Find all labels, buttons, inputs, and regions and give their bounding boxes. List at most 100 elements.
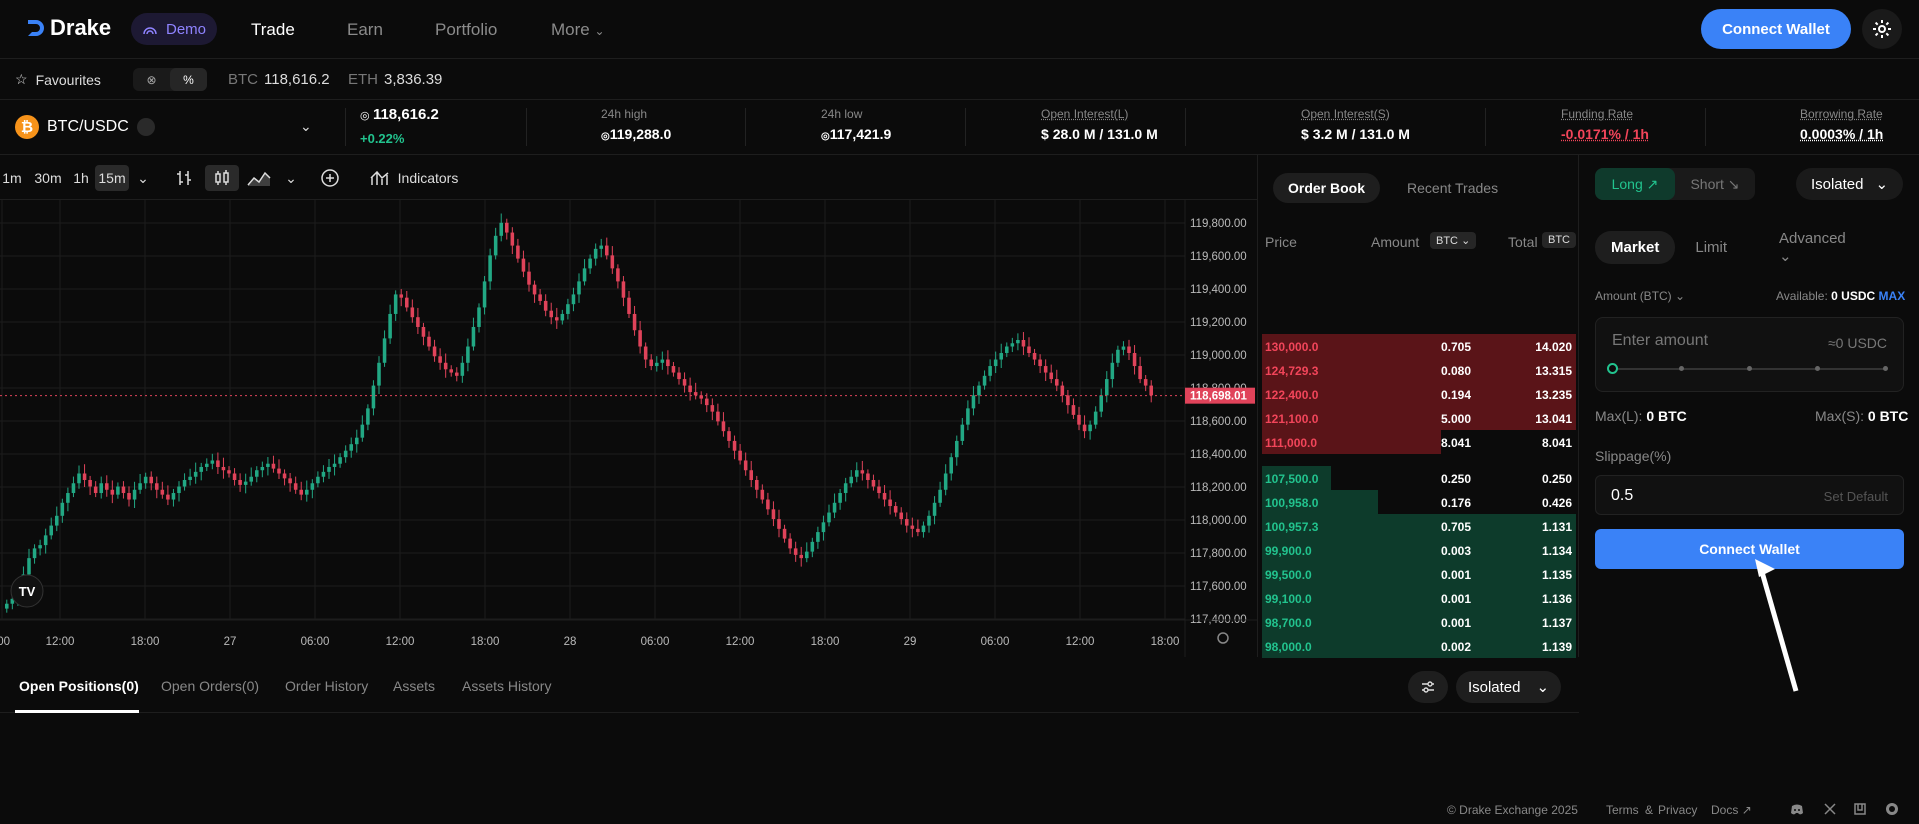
filter-button[interactable] — [1408, 671, 1448, 703]
candle-body — [1105, 379, 1109, 396]
docs-label: Docs — [1711, 803, 1739, 817]
candle-body — [255, 470, 259, 477]
order-price: 122,400.0 — [1265, 388, 1319, 402]
stat-borrowing-rate[interactable]: Borrowing Rate 0.0003% / 1h — [1800, 107, 1883, 142]
divider — [965, 108, 966, 146]
order-type-advanced[interactable]: Advanced ⌄ — [1747, 222, 1919, 273]
ask-row[interactable]: 130,000.0 0.705 14.020 — [1262, 334, 1576, 358]
candle-body — [1093, 411, 1098, 425]
ask-row[interactable]: 121,100.0 5.000 13.041 — [1262, 406, 1576, 430]
nav-trade[interactable]: Trade — [251, 20, 295, 40]
candlestick-icon[interactable] — [205, 165, 239, 191]
nav-more[interactable]: More ⌄ — [551, 20, 605, 40]
slippage-box: 0.5 Set Default — [1595, 475, 1904, 515]
tab-open-positions[interactable]: Open Positions(0) — [19, 678, 139, 694]
order-total: 13.235 — [1535, 388, 1572, 402]
set-default-button[interactable]: Set Default — [1824, 489, 1888, 504]
slider-handle[interactable] — [1607, 363, 1618, 374]
favourites-bar: ☆ Favourites ⊗ % BTC 118,616.2 ETH 3,836.3… — [0, 59, 1919, 100]
brand-logo[interactable]: Drake — [26, 15, 111, 41]
ticker-btc[interactable]: BTC 118,616.2 — [228, 71, 330, 88]
stat-open-interest-short[interactable]: Open Interest(S) $ 3.2 M / 131.0 M — [1301, 107, 1410, 142]
stat-open-interest-long[interactable]: Open Interest(L) $ 28.0 M / 131.0 M — [1041, 107, 1158, 142]
bid-row[interactable]: 99,900.0 0.003 1.134 — [1262, 538, 1576, 562]
discord-icon[interactable] — [1790, 802, 1804, 816]
order-type-market[interactable]: Market — [1595, 231, 1676, 264]
connect-wallet-main-button[interactable]: Connect Wallet — [1595, 529, 1904, 569]
amount-unit-select[interactable]: BTC ⌄ — [1430, 232, 1477, 249]
indicators-label: Indicators — [397, 170, 459, 186]
amount-input[interactable] — [1612, 332, 1792, 350]
tab-recent-trades[interactable]: Recent Trades — [1392, 173, 1513, 203]
ticker-eth[interactable]: ETH 3,836.39 — [348, 71, 442, 88]
order-price: 98,700.0 — [1265, 616, 1312, 630]
tab-assets[interactable]: Assets — [393, 678, 435, 694]
bid-row[interactable]: 100,957.3 0.705 1.131 — [1262, 514, 1576, 538]
bid-row[interactable]: 98,700.0 0.001 1.137 — [1262, 610, 1576, 634]
pair-selector[interactable]: ₿ BTC/USDC — [15, 115, 155, 139]
order-type-limit[interactable]: Limit — [1679, 231, 1743, 264]
demo-badge[interactable]: Demo — [131, 13, 218, 45]
amount-unit-select[interactable]: Amount (BTC) ⌄ — [1595, 289, 1685, 303]
bid-row[interactable]: 99,500.0 0.001 1.135 — [1262, 562, 1576, 586]
interval-15m[interactable]: 15m — [95, 165, 129, 191]
tab-order-book[interactable]: Order Book — [1273, 173, 1381, 203]
order-amount: 0.080 — [1440, 364, 1471, 378]
order-amount: 0.194 — [1440, 388, 1471, 402]
stat-label: Open Interest(S) — [1301, 107, 1390, 121]
area-chart-icon[interactable] — [244, 165, 274, 191]
candlestick-chart[interactable]: 119,800.00 119,600.00 119,400.00 119,200.00… — [0, 200, 1258, 657]
nav-portfolio[interactable]: Portfolio — [435, 20, 497, 40]
bid-row[interactable]: 100,958.0 0.176 0.426 — [1262, 490, 1576, 514]
ask-row[interactable]: 122,400.0 0.194 13.235 — [1262, 382, 1576, 406]
toggle-percent[interactable]: % — [170, 68, 207, 91]
bid-row[interactable]: 99,100.0 0.001 1.136 — [1262, 586, 1576, 610]
candle-body — [138, 483, 142, 490]
candle-body — [566, 304, 570, 314]
order-amount: 5.000 — [1440, 412, 1471, 426]
candle-body — [638, 330, 642, 347]
margin-mode-select[interactable]: Isolated ⌄ — [1796, 168, 1903, 200]
bar-chart-icon[interactable] — [167, 165, 201, 191]
long-tab[interactable]: Long ↗ — [1595, 168, 1675, 200]
short-tab[interactable]: Short ↘ — [1675, 168, 1755, 200]
bid-row[interactable]: 98,000.0 0.002 1.139 — [1262, 634, 1576, 658]
footer-privacy[interactable]: Privacy — [1658, 803, 1697, 817]
bid-row[interactable]: 107,500.0 0.250 0.250 — [1262, 466, 1576, 490]
candle-body — [710, 405, 715, 412]
chevron-down-icon[interactable]: ⌄ — [300, 118, 312, 135]
ask-row[interactable]: 111,000.0 8.041 8.041 — [1262, 430, 1576, 454]
footer-docs[interactable]: Docs ↗ — [1711, 803, 1752, 817]
interval-1m[interactable]: 1m — [0, 165, 24, 191]
slippage-input[interactable]: 0.5 — [1611, 487, 1633, 505]
stat-funding-rate[interactable]: Funding Rate -0.0171% / 1h — [1561, 107, 1649, 142]
x-icon[interactable] — [1823, 802, 1837, 816]
settings-button[interactable] — [1862, 9, 1902, 49]
footer-terms[interactable]: Terms — [1606, 803, 1639, 817]
ask-row[interactable]: 124,729.3 0.080 13.315 — [1262, 358, 1576, 382]
max-button[interactable]: MAX — [1879, 289, 1906, 303]
chevron-down-icon[interactable]: ⌄ — [133, 165, 153, 191]
connect-wallet-button[interactable]: Connect Wallet — [1701, 9, 1851, 49]
gitbook-icon[interactable] — [1853, 802, 1867, 816]
slider-mark — [1679, 366, 1684, 371]
stat-value: $ 28.0 M / 131.0 M — [1041, 126, 1158, 142]
x-tick-label: 18:00 — [1151, 636, 1180, 648]
github-icon[interactable] — [1885, 802, 1899, 816]
candle-body — [988, 366, 992, 376]
add-compare-icon[interactable] — [315, 165, 345, 191]
tab-open-orders[interactable]: Open Orders(0) — [161, 678, 259, 694]
amount-slider[interactable] — [1607, 363, 1888, 374]
chevron-down-icon[interactable]: ⌄ — [281, 165, 301, 191]
interval-1h[interactable]: 1h — [69, 165, 93, 191]
interval-30m[interactable]: 30m — [31, 165, 65, 191]
candle-body — [1149, 385, 1153, 396]
indicators-button[interactable]: Indicators — [366, 165, 462, 191]
positions-margin-select[interactable]: Isolated ⌄ — [1456, 671, 1561, 703]
toggle-infinity[interactable]: ⊗ — [133, 68, 170, 91]
tab-assets-history[interactable]: Assets History — [462, 678, 551, 694]
order-price: 130,000.0 — [1265, 340, 1319, 354]
favourites[interactable]: ☆ Favourites — [15, 71, 101, 88]
nav-earn[interactable]: Earn — [347, 20, 383, 40]
tab-order-history[interactable]: Order History — [285, 678, 368, 694]
